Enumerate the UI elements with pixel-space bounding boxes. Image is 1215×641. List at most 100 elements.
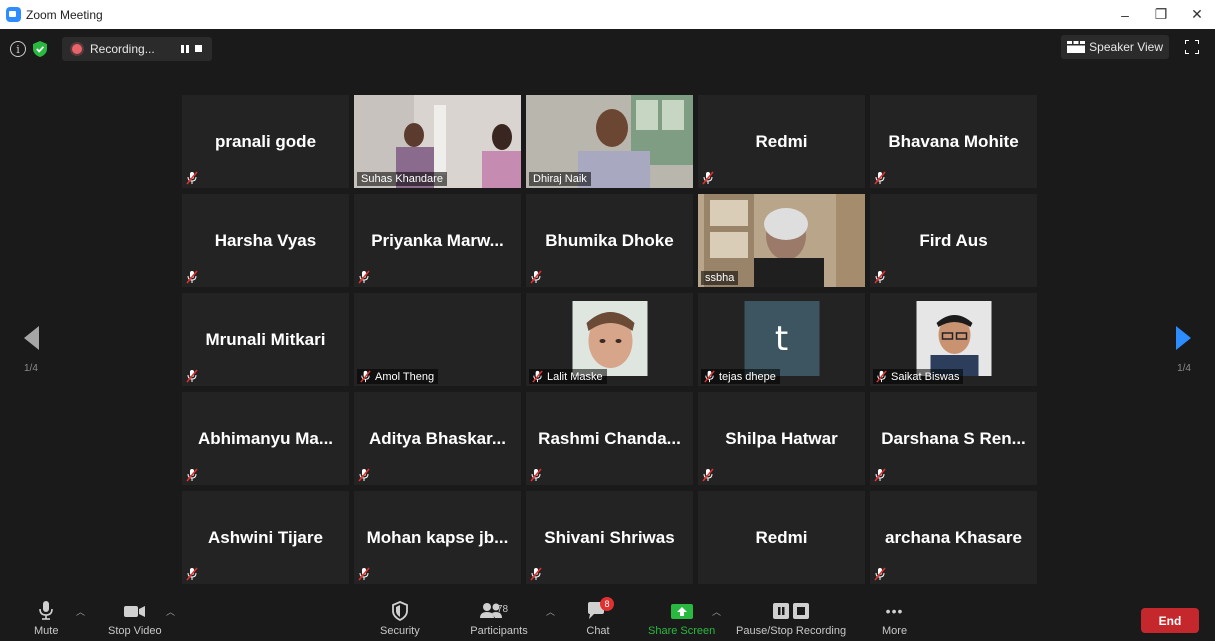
participant-tile[interactable]: pranali gode xyxy=(182,95,349,188)
participant-tile[interactable]: Aditya Bhaskar... xyxy=(354,392,521,485)
share-screen-icon xyxy=(670,604,693,619)
participant-tile[interactable]: Rashmi Chanda... xyxy=(526,392,693,485)
muted-mic-icon xyxy=(704,370,715,383)
chat-unread-badge: 8 xyxy=(600,597,614,611)
participant-tile[interactable]: Bhavana Mohite xyxy=(870,95,1037,188)
minimize-button[interactable]: – xyxy=(1107,0,1143,29)
participant-tile[interactable]: Priyanka Marw... xyxy=(354,194,521,287)
muted-mic-icon xyxy=(186,171,198,185)
participants-options-caret-icon[interactable]: ︿ xyxy=(546,605,555,618)
more-button[interactable]: ••• More xyxy=(882,601,907,637)
recording-label: Recording... xyxy=(90,42,155,56)
participants-button[interactable]: 78 Participants xyxy=(469,601,529,637)
participant-tile[interactable]: Bhumika Dhoke xyxy=(526,194,693,287)
window-title: Zoom Meeting xyxy=(26,7,103,22)
stop-video-label: Stop Video xyxy=(108,625,162,637)
participant-tile[interactable]: Darshana S Ren... xyxy=(870,392,1037,485)
participant-tile[interactable]: Lalit Maske xyxy=(526,293,693,386)
muted-mic-icon xyxy=(530,468,542,482)
participant-tile-active-speaker[interactable]: Suhas Khandare xyxy=(354,95,521,188)
participant-name: Redmi xyxy=(755,131,808,151)
participant-tile[interactable]: Shilpa Hatwar xyxy=(698,392,865,485)
participants-label: Participants xyxy=(470,625,528,637)
participant-tile[interactable]: archana Khasare xyxy=(870,491,1037,584)
close-button[interactable]: ✕ xyxy=(1179,0,1215,29)
participant-name: Shivani Shriwas xyxy=(544,527,675,547)
participant-tile[interactable]: Ashwini Tijare xyxy=(182,491,349,584)
participant-tile[interactable]: t tejas dhepe xyxy=(698,293,865,386)
meeting-controls-toolbar: Mute ︿ Stop Video ︿ Security 78 Particip… xyxy=(0,596,1215,641)
participant-name: Aditya Bhaskar... xyxy=(368,428,506,448)
participant-tile[interactable]: Harsha Vyas xyxy=(182,194,349,287)
participant-name: Redmi xyxy=(755,527,808,547)
chat-button[interactable]: 8 Chat xyxy=(586,597,614,637)
speaker-view-label: Speaker View xyxy=(1089,40,1163,54)
meeting-top-bar: i Recording... xyxy=(10,37,212,61)
previous-page-arrow-icon[interactable] xyxy=(24,326,40,350)
muted-mic-icon xyxy=(186,369,198,383)
pause-stop-recording-label: Pause/Stop Recording xyxy=(736,625,847,637)
participant-name: Rashmi Chanda... xyxy=(538,428,681,448)
participant-name: Shilpa Hatwar xyxy=(725,428,838,448)
page-indicator-right: 1/4 xyxy=(1177,363,1191,374)
pause-recording-icon[interactable] xyxy=(180,45,189,53)
security-button[interactable]: Security xyxy=(380,601,420,637)
recording-indicator[interactable]: Recording... xyxy=(62,37,212,61)
stop-recording-icon[interactable] xyxy=(194,45,202,52)
participant-tile[interactable]: Mrunali Mitkari xyxy=(182,293,349,386)
participant-name: Fird Aus xyxy=(919,230,988,250)
stop-video-button[interactable]: Stop Video xyxy=(108,601,162,637)
end-meeting-button[interactable]: End xyxy=(1141,608,1199,633)
shield-check-icon[interactable] xyxy=(32,41,48,57)
info-icon[interactable]: i xyxy=(10,41,26,57)
audio-options-caret-icon[interactable]: ︿ xyxy=(76,605,85,618)
video-camera-icon xyxy=(123,606,145,617)
participant-avatar-photo xyxy=(572,301,647,376)
participant-tile[interactable]: Mohan kapse jb... xyxy=(354,491,521,584)
more-dots-icon: ••• xyxy=(885,603,904,619)
page-indicator-left: 1/4 xyxy=(24,363,38,374)
participant-tile[interactable]: Amol Theng xyxy=(354,293,521,386)
muted-mic-icon xyxy=(186,567,198,581)
participant-avatar-photo xyxy=(916,301,991,376)
muted-mic-icon xyxy=(358,567,370,581)
microphone-icon xyxy=(39,601,54,620)
participant-name-tag: Saikat Biswas xyxy=(873,369,964,384)
muted-mic-icon xyxy=(702,468,714,482)
muted-mic-icon xyxy=(186,468,198,482)
share-options-caret-icon[interactable]: ︿ xyxy=(712,605,721,618)
participant-tile[interactable]: Redmi xyxy=(698,491,865,584)
speaker-view-button[interactable]: Speaker View xyxy=(1061,35,1169,59)
restore-button[interactable]: ❐ xyxy=(1143,0,1179,29)
more-label: More xyxy=(882,625,908,637)
participant-tile[interactable]: Saikat Biswas xyxy=(870,293,1037,386)
muted-mic-icon xyxy=(358,468,370,482)
participant-tile[interactable]: Redmi xyxy=(698,95,865,188)
participant-tile[interactable]: ssbha xyxy=(698,194,865,287)
pause-stop-recording-button[interactable]: Pause/Stop Recording xyxy=(736,601,846,637)
muted-mic-icon xyxy=(702,171,714,185)
share-screen-label: Share Screen xyxy=(648,625,716,637)
participant-tile[interactable]: Abhimanyu Ma... xyxy=(182,392,349,485)
pause-stop-recording-icon xyxy=(773,603,810,619)
participant-name: Priyanka Marw... xyxy=(371,230,504,250)
participants-count: 78 xyxy=(497,604,509,615)
participant-name: Bhavana Mohite xyxy=(888,131,1019,151)
participant-name-tag: ssbha xyxy=(701,271,739,285)
video-options-caret-icon[interactable]: ︿ xyxy=(166,605,175,618)
participant-name-tag: tejas dhepe xyxy=(701,369,780,384)
participant-name: Abhimanyu Ma... xyxy=(197,428,334,448)
chat-label: Chat xyxy=(586,625,610,637)
participant-tile[interactable]: Shivani Shriwas xyxy=(526,491,693,584)
fullscreen-icon[interactable] xyxy=(1185,40,1199,54)
participant-tile[interactable]: Fird Aus xyxy=(870,194,1037,287)
muted-mic-icon xyxy=(360,370,371,383)
speaker-view-icon xyxy=(1067,41,1086,53)
shield-icon xyxy=(391,601,408,621)
share-screen-button[interactable]: Share Screen xyxy=(648,601,715,637)
participant-tile[interactable]: Dhiraj Naik xyxy=(526,95,693,188)
next-page-arrow-icon[interactable] xyxy=(1175,326,1191,350)
mute-button[interactable]: Mute xyxy=(34,601,58,637)
muted-mic-icon xyxy=(876,370,887,383)
participant-name: Harsha Vyas xyxy=(214,230,317,250)
